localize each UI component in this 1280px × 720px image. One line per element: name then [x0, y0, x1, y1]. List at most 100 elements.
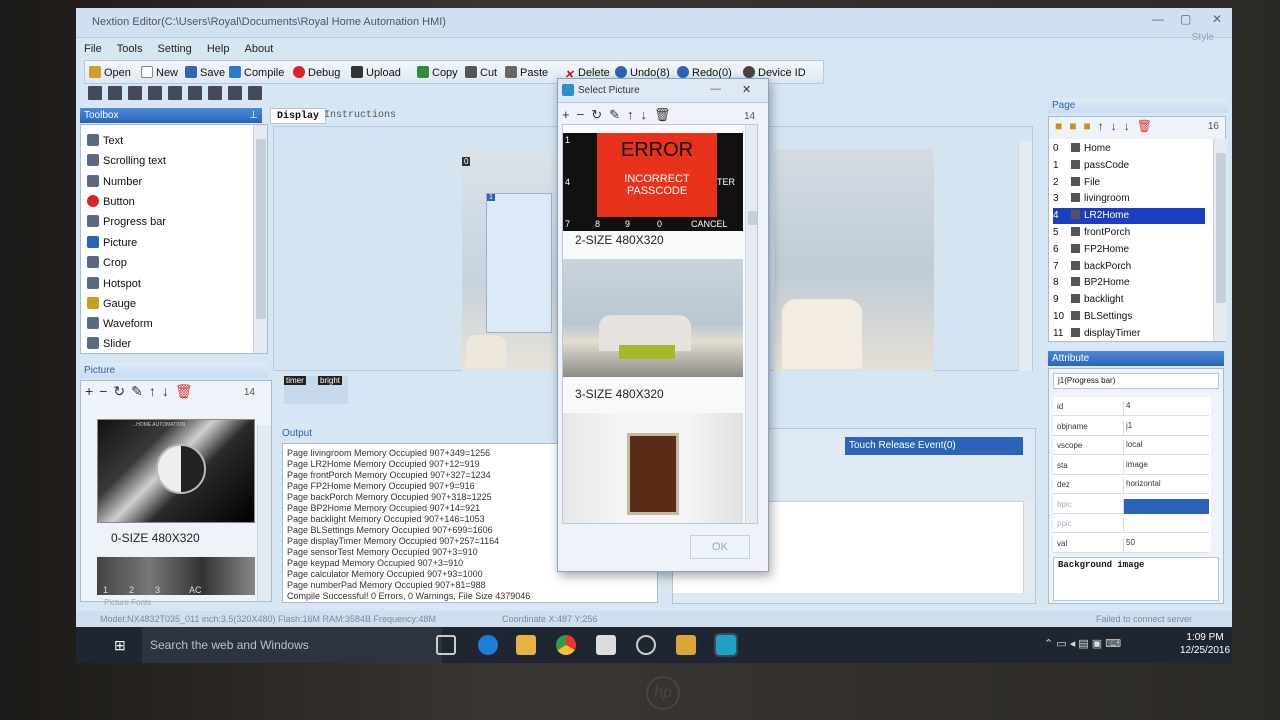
attribute-value[interactable]: [1123, 498, 1209, 514]
trash-icon[interactable]: 🗑: [654, 107, 678, 122]
toolbox-item-hotspot[interactable]: Hotspot: [87, 275, 141, 293]
toolbox-item-text[interactable]: Text: [87, 132, 123, 150]
edit-icon[interactable]: ✎: [609, 107, 627, 122]
delete-page-icon[interactable]: 🗑: [1137, 119, 1159, 133]
align-middle-icon[interactable]: [208, 86, 222, 100]
front-door-picture[interactable]: [563, 413, 743, 523]
align-left-icon[interactable]: [128, 86, 142, 100]
trash-icon[interactable]: 🗑: [175, 383, 199, 399]
scroll-thumb[interactable]: [748, 211, 757, 225]
page-list-item[interactable]: 5 frontPorch: [1053, 225, 1205, 241]
copy-page-icon[interactable]: ■: [1084, 119, 1098, 133]
close-icon[interactable]: ✕: [1212, 12, 1222, 26]
attribute-value[interactable]: 4: [1123, 401, 1209, 416]
open-button[interactable]: Open: [89, 64, 131, 82]
calculator-icon[interactable]: [596, 635, 616, 655]
event-scrollbar[interactable]: [1023, 501, 1035, 593]
page-list-item[interactable]: 6 FP2Home: [1053, 242, 1205, 258]
down-icon[interactable]: ↓: [641, 107, 655, 122]
dialog-close-icon[interactable]: ✕: [742, 83, 751, 96]
system-tray-icons[interactable]: ⌃ ▭ ◂ ▤ ▣ ⌨: [1044, 637, 1121, 650]
add-icon[interactable]: +: [562, 107, 577, 122]
task-view-icon[interactable]: [436, 635, 456, 655]
toolbox-item-button[interactable]: Button: [87, 193, 135, 211]
save-button[interactable]: Save: [185, 64, 225, 82]
touch-release-event-tab[interactable]: Touch Release Event(0): [845, 437, 1023, 455]
minimize-icon[interactable]: —: [1152, 12, 1164, 26]
tab-instructions[interactable]: Instructions: [318, 108, 402, 124]
menu-about[interactable]: About: [245, 40, 274, 58]
refresh-icon[interactable]: ↻: [591, 107, 609, 122]
page-scrollbar[interactable]: [1213, 139, 1227, 341]
page-up-icon[interactable]: ↑: [1098, 119, 1111, 133]
align-top-icon[interactable]: [188, 86, 202, 100]
attribute-row[interactable]: dez horizontal: [1053, 475, 1209, 494]
file-explorer-icon[interactable]: [516, 635, 536, 655]
picture-scrollbar[interactable]: [257, 425, 271, 601]
page-list-item[interactable]: 7 backPorch: [1053, 259, 1205, 275]
attribute-row[interactable]: val 50: [1053, 534, 1209, 553]
toolbox-scrollbar[interactable]: [253, 125, 267, 353]
menu-help[interactable]: Help: [207, 40, 230, 58]
page-list-item[interactable]: 8 BP2Home: [1053, 275, 1205, 291]
pin-icon[interactable]: ⊥: [249, 108, 258, 123]
add-picture-icon[interactable]: +: [85, 383, 99, 399]
ok-button[interactable]: OK: [690, 535, 750, 559]
page-list-item[interactable]: 4 LR2Home: [1053, 208, 1205, 225]
page-list-item[interactable]: 10 BLSettings: [1053, 309, 1205, 325]
page-sort-icon[interactable]: ↓: [1124, 119, 1137, 133]
clock-app-icon[interactable]: [636, 635, 656, 655]
menu-setting[interactable]: Setting: [158, 40, 192, 58]
scroll-thumb[interactable]: [1216, 153, 1226, 303]
align-right-icon[interactable]: [168, 86, 182, 100]
folder-icon[interactable]: [676, 635, 696, 655]
align-bottom-icon[interactable]: [228, 86, 242, 100]
page-list-item[interactable]: 11 displayTimer: [1053, 326, 1205, 342]
bright-label[interactable]: bright: [318, 376, 343, 385]
page-list-item[interactable]: 0 Home: [1053, 141, 1205, 157]
toolbox-item-slider[interactable]: Slider: [87, 335, 131, 353]
replace-picture-icon[interactable]: ↻: [113, 383, 131, 399]
picture-list-scrollbar[interactable]: [745, 125, 757, 523]
paste-button[interactable]: Paste: [505, 64, 548, 82]
move-up-icon[interactable]: ↑: [149, 383, 162, 399]
living-room-picture[interactable]: [563, 259, 743, 377]
toolbox-item-number[interactable]: Number: [87, 173, 142, 191]
keypad-thumbnail[interactable]: 1 2 3 AC: [97, 557, 255, 595]
tab-fonts[interactable]: Fonts: [131, 598, 151, 607]
attribute-row[interactable]: id 4: [1053, 397, 1209, 416]
maximize-icon[interactable]: ▢: [1180, 12, 1191, 26]
move-down-icon[interactable]: ↓: [162, 383, 175, 399]
edge-icon[interactable]: [478, 635, 498, 655]
picture-thumbnail[interactable]: ...HOME AUTOMATION: [97, 419, 255, 523]
taskbar-clock[interactable]: 1:09 PM 12/25/2016: [1180, 631, 1230, 657]
copy-button[interactable]: Copy: [417, 64, 458, 82]
nextion-editor-icon[interactable]: [714, 633, 738, 657]
attribute-value[interactable]: j1: [1123, 420, 1209, 436]
add-page-icon[interactable]: ■: [1055, 119, 1069, 133]
menu-tools[interactable]: Tools: [117, 40, 143, 58]
canvas-scrollbar[interactable]: [1018, 141, 1032, 371]
toolbox-item-picture[interactable]: Picture: [87, 234, 137, 252]
compile-button[interactable]: Compile: [229, 64, 284, 82]
timer-label[interactable]: timer: [284, 376, 306, 385]
attribute-value[interactable]: [1123, 518, 1209, 533]
menu-file[interactable]: File: [84, 40, 102, 58]
remove-icon[interactable]: −: [577, 107, 592, 122]
align-down-icon[interactable]: [108, 86, 122, 100]
scroll-thumb[interactable]: [256, 139, 266, 319]
attribute-value[interactable]: horizontal: [1123, 479, 1209, 494]
page-list-item[interactable]: 2 File: [1053, 175, 1205, 191]
page-list-item[interactable]: 9 backlight: [1053, 292, 1205, 308]
taskbar-search[interactable]: Search the web and Windows: [142, 627, 442, 663]
attribute-row[interactable]: vscope local: [1053, 436, 1209, 455]
attribute-value[interactable]: local: [1123, 440, 1209, 455]
progress-bar-component[interactable]: 1: [486, 193, 552, 333]
error-picture[interactable]: ERROR INCORRECT PASSCODE 1 4 7 8 9 0 TER…: [563, 133, 743, 231]
object-selector[interactable]: j1(Progress bar): [1053, 373, 1219, 389]
attribute-row[interactable]: objname j1: [1053, 417, 1209, 436]
debug-button[interactable]: Debug: [293, 64, 340, 82]
upload-button[interactable]: Upload: [351, 64, 401, 82]
toolbox-item-scrolling-text[interactable]: Scrolling text: [87, 152, 166, 170]
align-up-icon[interactable]: [88, 86, 102, 100]
